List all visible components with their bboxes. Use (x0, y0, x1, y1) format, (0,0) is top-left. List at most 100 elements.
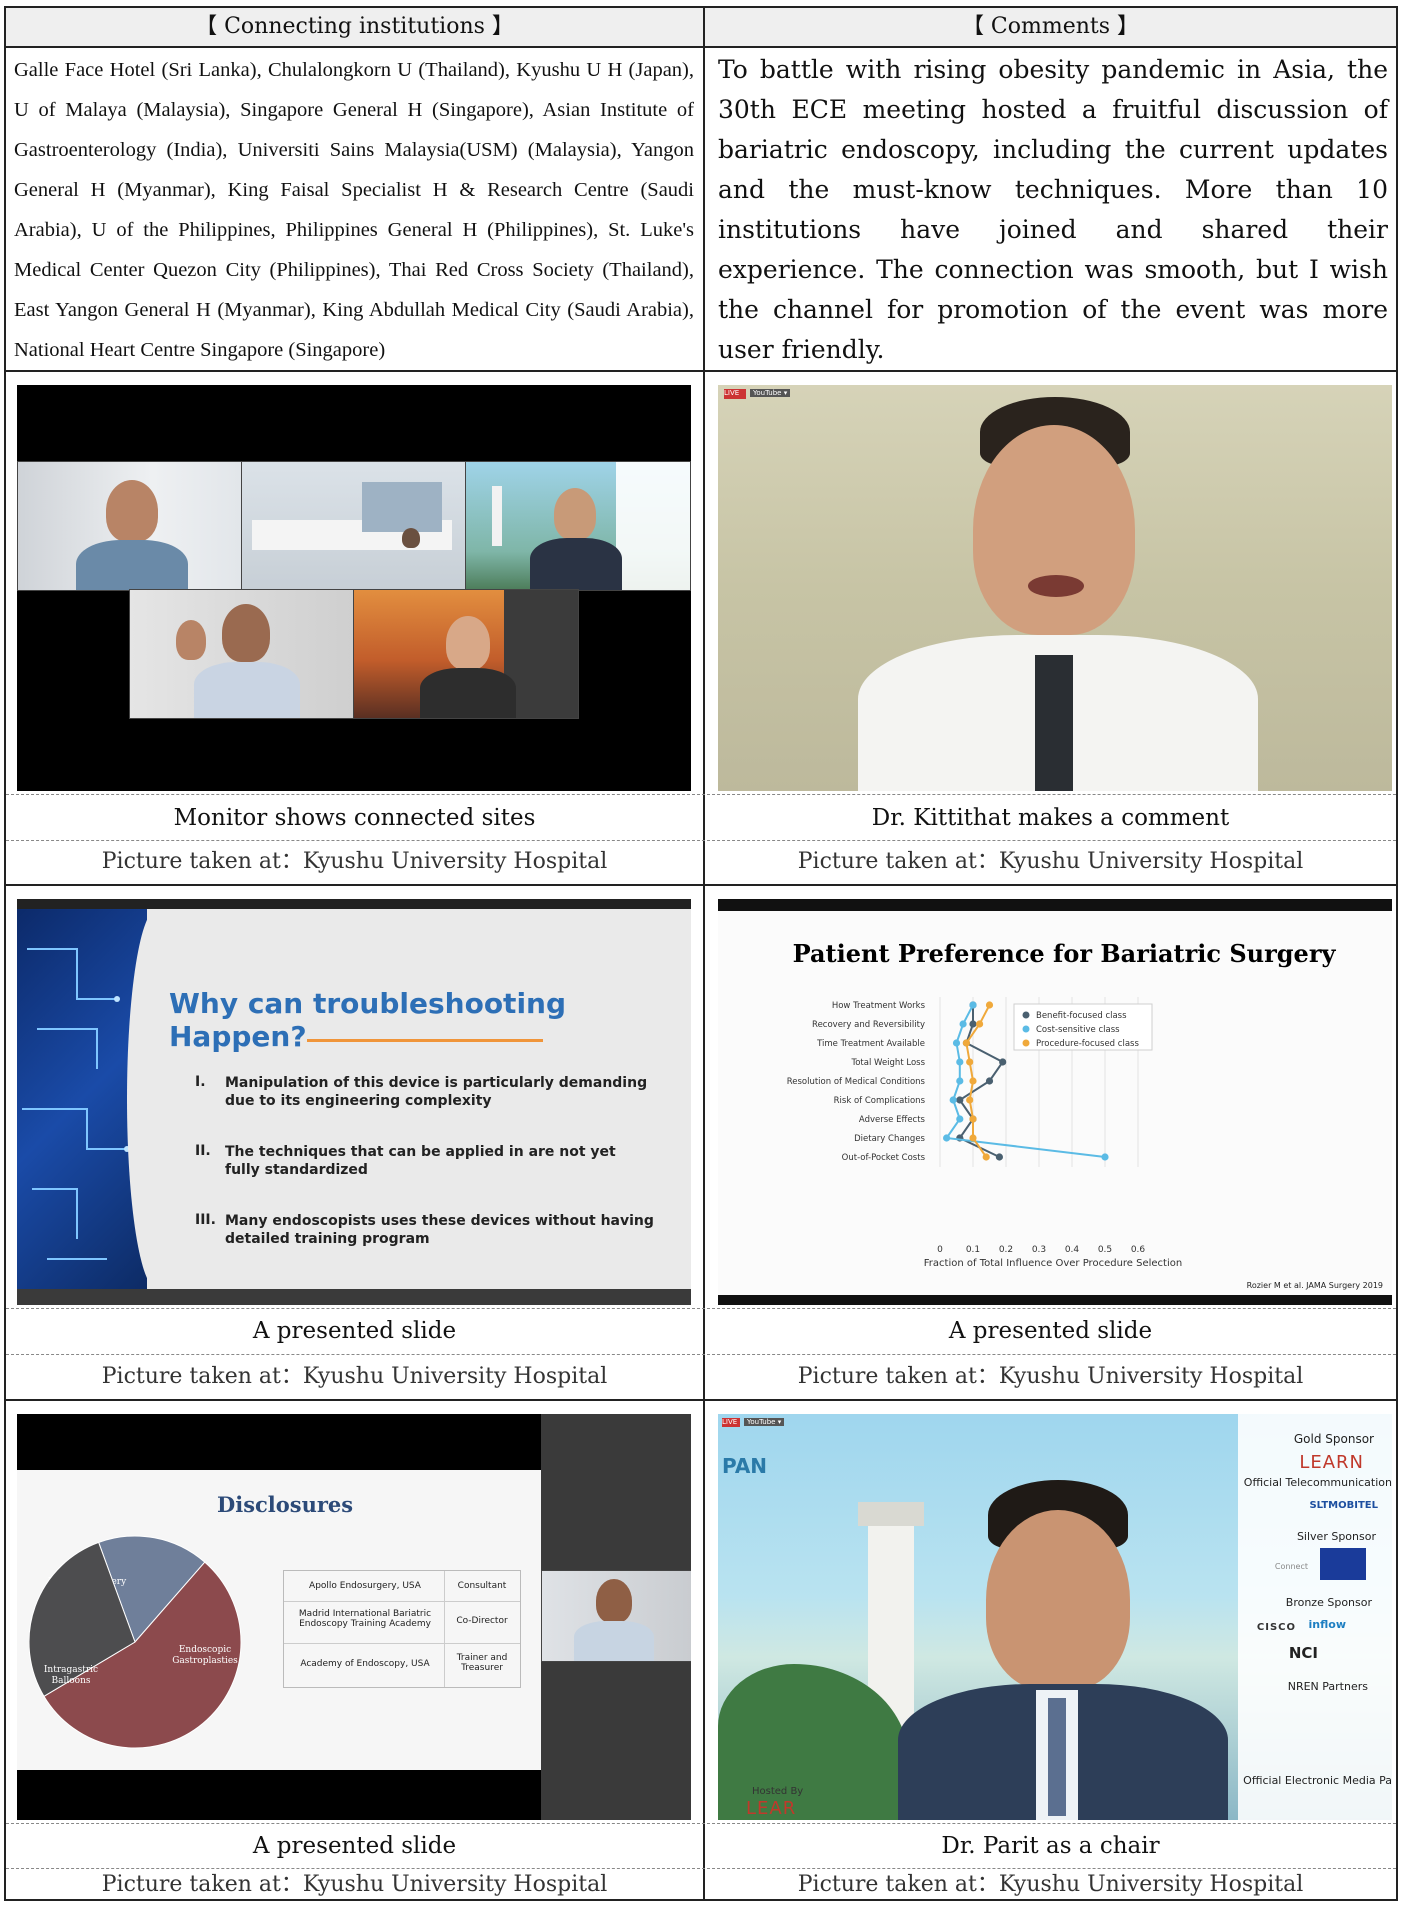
data-point (966, 1058, 974, 1066)
category-label: Dietary Changes (854, 1134, 925, 1144)
sponsor-panel: Gold Sponsor LEARN Official Telecommunic… (1238, 1414, 1392, 1820)
row-divider (6, 1308, 1396, 1309)
row-divider (6, 840, 1396, 841)
data-point (985, 1001, 994, 1009)
institutions-list: Galle Face Hotel (Sri Lanka), Chulalongk… (14, 59, 694, 361)
data-point (956, 1077, 964, 1085)
caption-photo-2: Dr. Kittithat makes a comment (871, 805, 1230, 831)
legend-label: Procedure-focused class (1036, 1039, 1139, 1049)
tie (1035, 655, 1073, 791)
table-cell: Academy of Endoscopy, USA (300, 1659, 430, 1669)
pie-label: Intragastric Balloons (44, 1665, 98, 1686)
face (986, 1510, 1130, 1690)
row-divider (6, 1399, 1396, 1401)
slide-chart: Patient Preference for Bariatric Surgery… (718, 899, 1392, 1305)
photo-dr-parit: LIVE YouTube ▾ PAN Gold Sponsor LEARN Of… (718, 1414, 1392, 1820)
row-divider (6, 46, 1396, 48)
location-photo-4: Picture taken at：Kyushu University Hospi… (797, 1364, 1304, 1389)
data-point (969, 1115, 977, 1123)
video-tile (465, 461, 691, 591)
legend-marker (1022, 1011, 1030, 1019)
video-tile (129, 589, 354, 719)
report-table: 【 Connecting institutions 】 【 Comments 】… (4, 6, 1398, 1901)
youtube-badge: YouTube ▾ (750, 389, 791, 397)
cisco-logo: CISCO (1256, 1622, 1296, 1633)
caption-photo-5: A presented slide (252, 1833, 457, 1859)
row-divider (6, 1823, 1396, 1824)
video-tile (353, 589, 579, 719)
data-point (969, 1020, 977, 1028)
chart-source: Rozier M et al. JAMA Surgery 2019 (1247, 1281, 1383, 1290)
nci-logo: NCI (1288, 1644, 1318, 1662)
data-point (956, 1096, 964, 1104)
caption-photo-3: A presented slide (252, 1318, 457, 1344)
disclosure-pie: Bariatric surgeryRevisionEndoscopicGastr… (29, 1535, 242, 1749)
slide-disclosures: Disclosures Bariatric surgeryRevisionEnd… (17, 1414, 691, 1820)
caption-photo-6: Dr. Parit as a chair (941, 1833, 1160, 1859)
category-label: Adverse Effects (859, 1115, 926, 1125)
video-tile (241, 461, 466, 591)
data-point (999, 1058, 1007, 1066)
row-divider (6, 794, 1396, 795)
legend-marker (1022, 1025, 1030, 1033)
data-point (982, 1153, 990, 1161)
disclosures-title: Disclosures (217, 1492, 354, 1517)
title-underline (307, 1039, 543, 1042)
data-point (949, 1096, 957, 1104)
category-label: Out-of-Pocket Costs (842, 1153, 926, 1163)
table-cell: Madrid International Bariatric Endoscopy… (298, 1609, 432, 1629)
location-photo-3: Picture taken at：Kyushu University Hospi… (101, 1364, 608, 1389)
x-tick-label: 0 (937, 1245, 943, 1255)
slide-bullet: Many endoscopists uses these devices wit… (225, 1213, 654, 1247)
youtube-badge: YouTube ▾ (744, 1418, 785, 1426)
data-point (969, 1077, 977, 1085)
data-point (952, 1039, 961, 1047)
table-cell: Co-Director (456, 1616, 508, 1626)
column-divider (703, 8, 705, 1899)
category-label: How Treatment Works (832, 1001, 926, 1011)
slide-bullet: Manipulation of this device is particula… (225, 1075, 648, 1109)
data-point (976, 1020, 984, 1028)
learn-logo: LEARN (1299, 1452, 1364, 1473)
legend-marker (1022, 1039, 1030, 1047)
preference-chart: Patient Preference for Bariatric Surgery… (787, 939, 1383, 1290)
pan-logo: PAN (722, 1454, 768, 1478)
face (973, 425, 1135, 635)
slide-troubleshooting: Why can troubleshooting Happen? I. Manip… (17, 899, 691, 1305)
hosted-by-label: Hosted By (752, 1786, 804, 1797)
category-label: Recovery and Reversibility (812, 1020, 925, 1030)
x-tick-label: 0.5 (1098, 1245, 1112, 1255)
data-point (962, 1039, 970, 1047)
data-point (969, 1001, 977, 1009)
data-point (966, 1096, 974, 1104)
series-line (958, 1005, 1005, 1158)
disclosure-slide: Disclosures Bariatric surgeryRevisionEnd… (17, 1470, 541, 1770)
x-tick-label: 0.2 (999, 1245, 1013, 1255)
category-label: Time Treatment Available (816, 1039, 925, 1049)
connect-logo: Connect (1274, 1562, 1308, 1571)
chart-title: Patient Preference for Bariatric Surgery (793, 939, 1337, 968)
caption-photo-1: Monitor shows connected sites (173, 805, 536, 831)
data-point (943, 1134, 951, 1142)
pie-label: Endoscopic Gastroplasties (172, 1645, 238, 1666)
slide-bullet: The techniques that can be applied in ar… (225, 1144, 616, 1178)
location-photo-1: Picture taken at：Kyushu University Hospi… (101, 849, 608, 874)
x-tick-label: 0.1 (966, 1245, 980, 1255)
inflow-logo: inflow (1308, 1618, 1346, 1631)
photo-dr-kittithat: LIVE YouTube ▾ (718, 385, 1392, 791)
table-cell: Consultant (457, 1581, 507, 1591)
photo-zoom-monitor (17, 385, 691, 791)
category-label: Resolution of Medical Conditions (787, 1077, 926, 1087)
video-tile (17, 461, 242, 591)
mouth (1028, 575, 1084, 597)
category-label: Risk of Complications (834, 1096, 926, 1106)
tie (1048, 1698, 1066, 1816)
comments-text: To battle with rising obesity pandemic i… (718, 55, 1388, 364)
row-divider (6, 370, 1396, 372)
data-point (985, 1077, 994, 1085)
sltmobitel-logo: SLTMOBITEL (1309, 1500, 1378, 1511)
x-tick-label: 0.6 (1131, 1245, 1146, 1255)
x-tick-label: 0.3 (1032, 1245, 1046, 1255)
speaker-video-tile (541, 1570, 691, 1662)
caption-photo-4: A presented slide (948, 1318, 1153, 1344)
